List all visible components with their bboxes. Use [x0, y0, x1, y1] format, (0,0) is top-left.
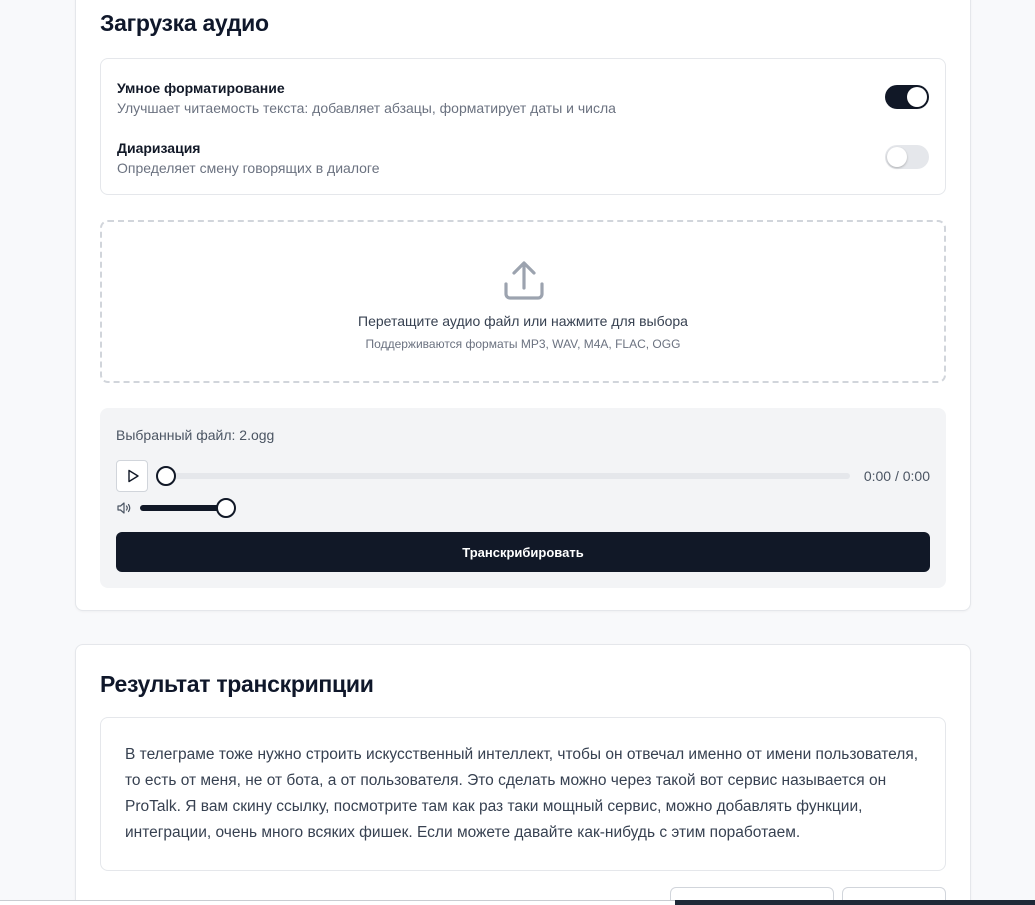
upload-card: Загрузка аудио Умное форматирование Улуч… [75, 0, 971, 611]
volume-slider[interactable] [140, 505, 226, 511]
volume-thumb[interactable] [216, 498, 236, 518]
upload-icon [504, 261, 544, 300]
option-smart-formatting: Умное форматирование Улучшает читаемость… [117, 80, 616, 116]
settings-panel: Умное форматирование Улучшает читаемость… [100, 58, 946, 195]
selected-file-label: Выбранный файл: 2.ogg [116, 427, 275, 443]
transcribe-button[interactable]: Транскрибировать [116, 532, 930, 572]
seek-bar[interactable] [166, 473, 850, 479]
result-card: Результат транскрипции В телеграме тоже … [75, 644, 971, 905]
toggle-knob [907, 87, 927, 107]
option-description: Определяет смену говорящих в диалоге [117, 160, 380, 176]
volume-icon[interactable] [116, 500, 132, 516]
file-dropzone[interactable]: Перетащите аудио файл или нажмите для вы… [100, 220, 946, 383]
option-title: Умное форматирование [117, 80, 285, 96]
play-icon [128, 469, 139, 483]
time-display: 0:00 / 0:00 [863, 468, 930, 484]
volume-fill [140, 505, 226, 511]
diarization-toggle[interactable] [885, 145, 929, 169]
dropzone-main-text: Перетащите аудио файл или нажмите для вы… [358, 313, 688, 329]
smart-formatting-toggle[interactable] [885, 85, 929, 109]
transcription-text: В телеграме тоже нужно строить искусстве… [125, 746, 919, 841]
upload-title: Загрузка аудио [100, 10, 269, 36]
option-diarization: Диаризация Определяет смену говорящих в … [117, 140, 380, 176]
result-title: Результат транскрипции [100, 671, 374, 697]
bottom-edge-dark [675, 900, 1035, 905]
option-description: Улучшает читаемость текста: добавляет аб… [117, 100, 616, 116]
dropzone-formats-text: Поддерживаются форматы MP3, WAV, M4A, FL… [365, 337, 681, 351]
play-button[interactable] [116, 460, 148, 492]
selected-file-panel: Выбранный файл: 2.ogg 0:00 / 0:00 Транск… [100, 408, 946, 588]
option-title: Диаризация [117, 140, 201, 156]
seek-thumb[interactable] [156, 466, 176, 486]
toggle-knob [887, 147, 907, 167]
transcription-result-box: В телеграме тоже нужно строить искусстве… [100, 717, 946, 871]
